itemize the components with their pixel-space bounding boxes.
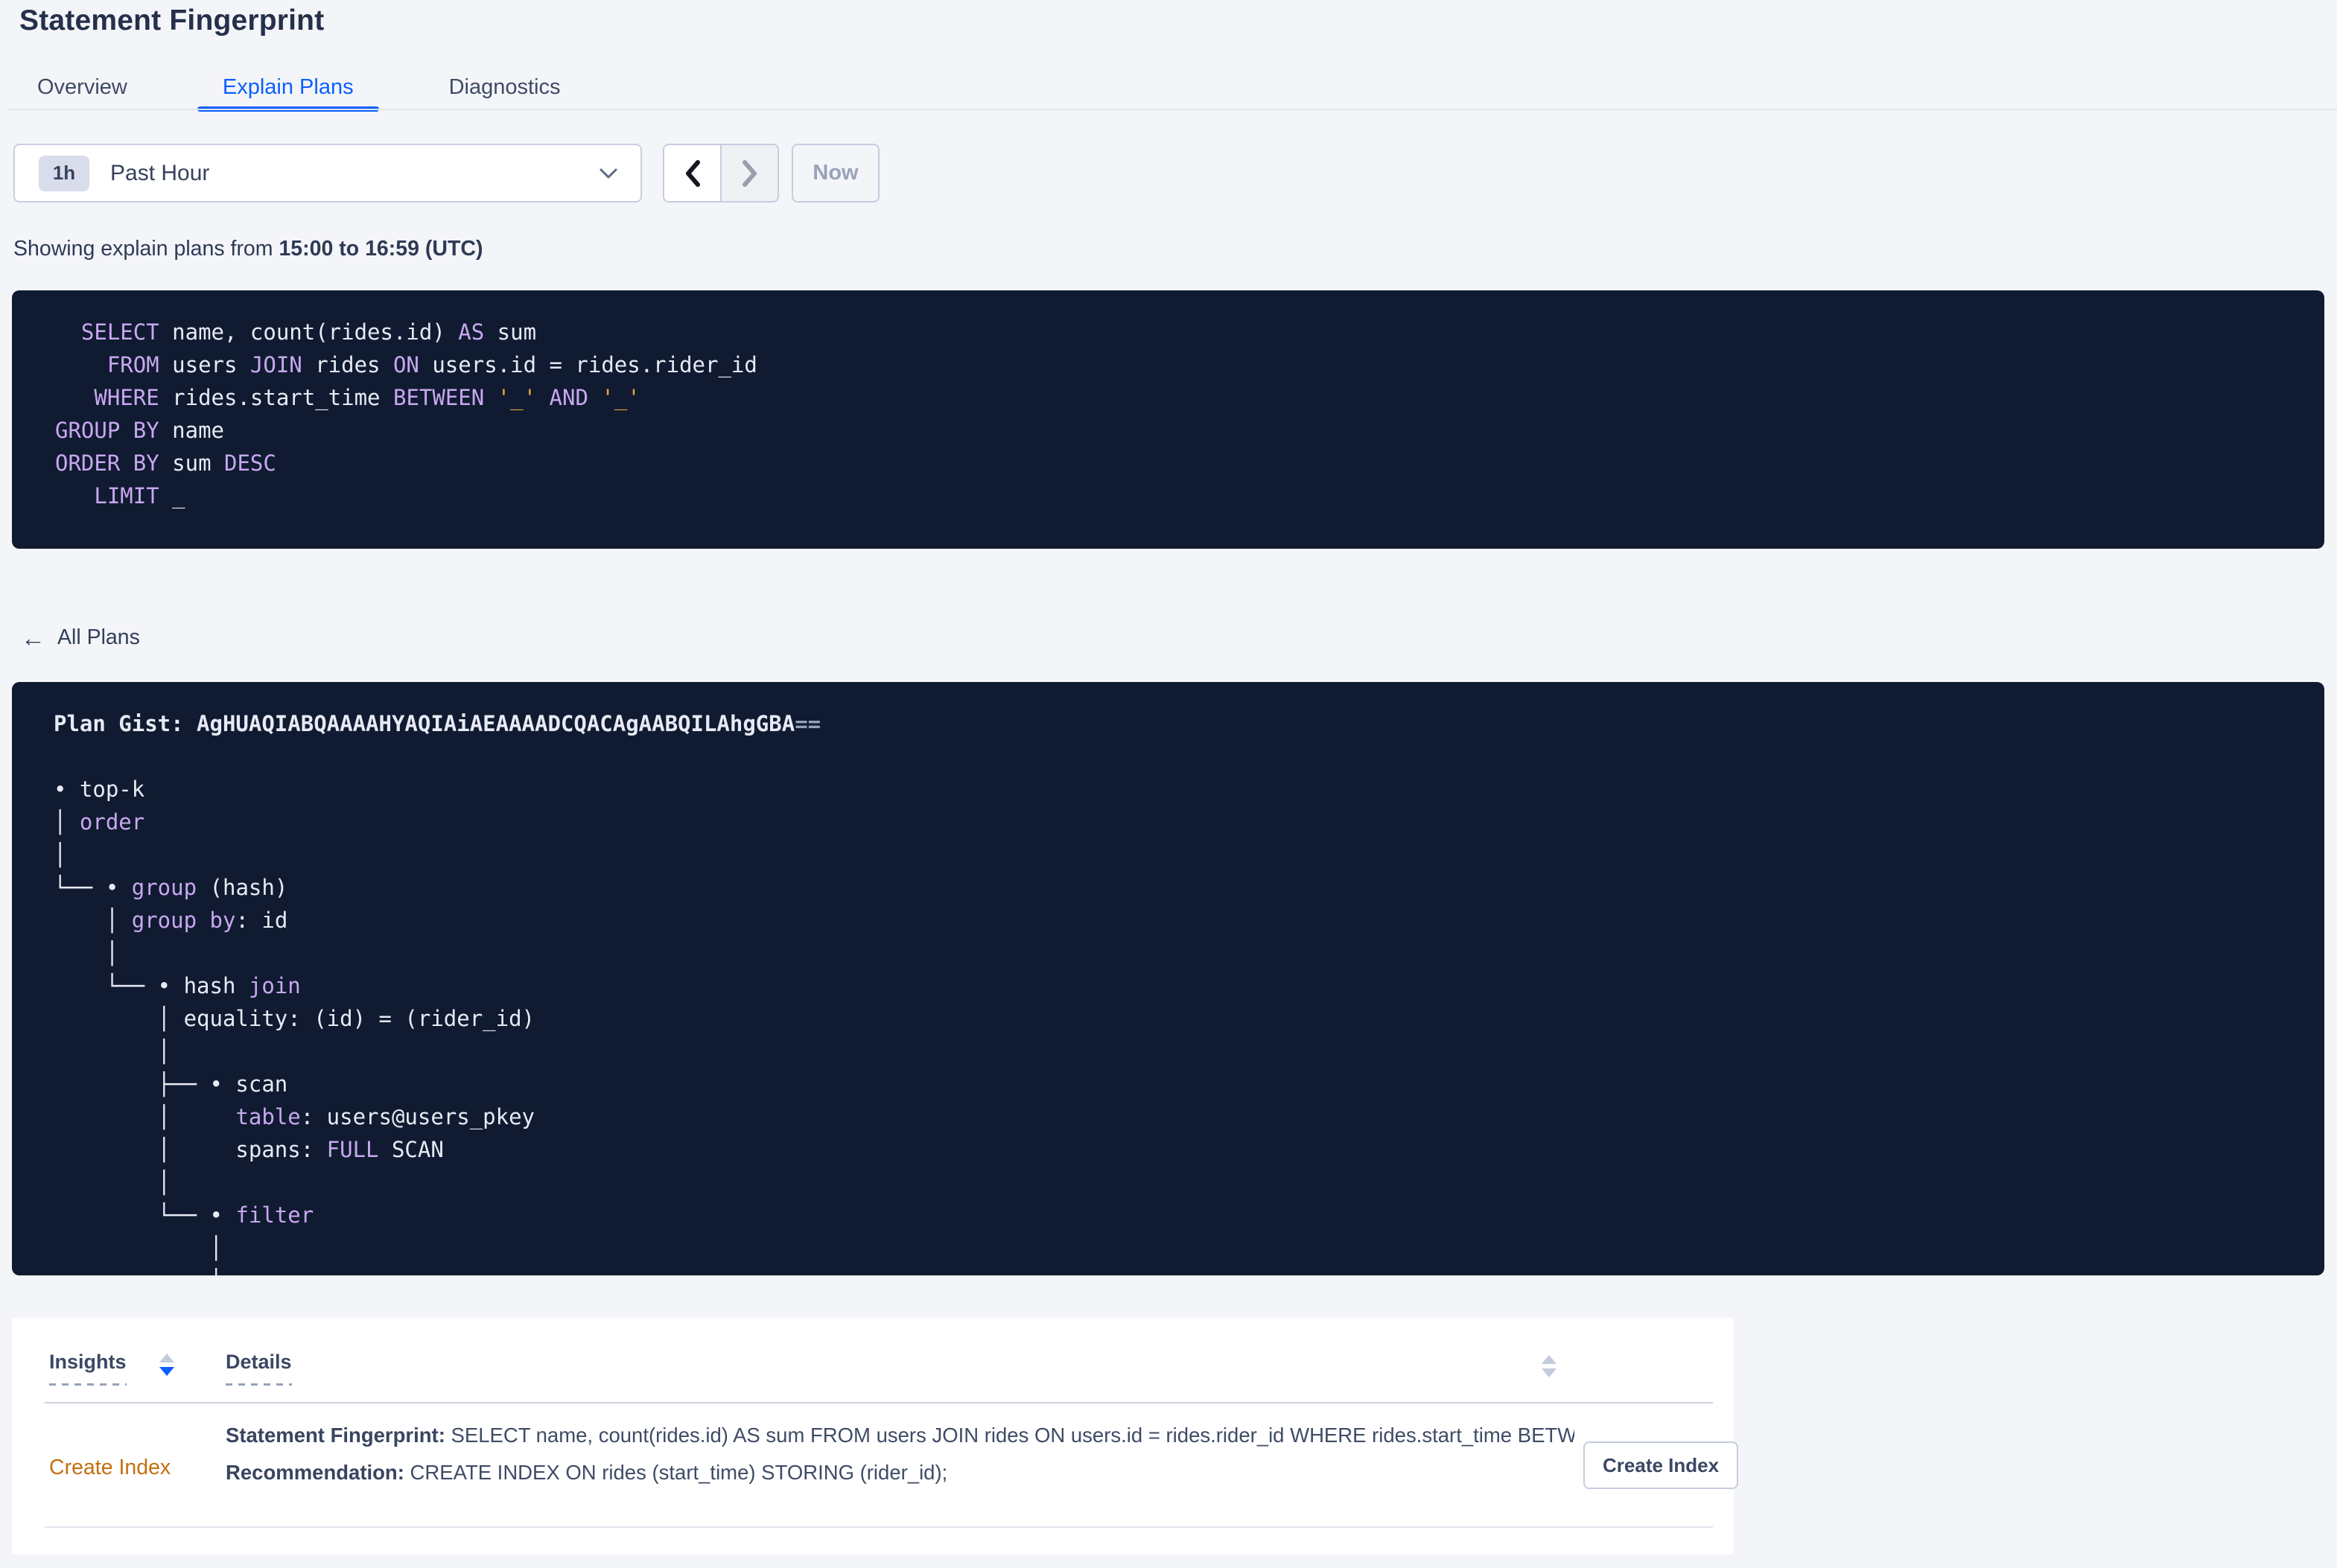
plan-gist-box: Plan Gist: AgHUAQIABQAAAAHYAQIAiAEAAAADC… (12, 682, 2324, 1275)
showing-plans-text: Showing explain plans from 15:00 to 16:5… (13, 237, 483, 261)
page-title: Statement Fingerprint (19, 4, 325, 36)
chevron-left-icon (685, 159, 700, 187)
detail-recommendation-line: Recommendation: CREATE INDEX ON rides (s… (226, 1459, 1574, 1487)
sql-statement-box: SELECT name, count(rides.id) AS sum FROM… (12, 290, 2324, 549)
insight-type-link[interactable]: Create Index (49, 1456, 171, 1480)
sql-statement-code: SELECT name, count(rides.id) AS sum FROM… (55, 319, 757, 509)
details-column-label: Details (226, 1351, 292, 1386)
column-header-insights[interactable]: Insights (49, 1351, 226, 1386)
tab-explain-plans[interactable]: Explain Plans (197, 66, 379, 112)
time-range-label: Past Hour (110, 160, 210, 185)
sort-up-icon (159, 1354, 174, 1363)
table-row: Create Index Statement Fingerprint: SELE… (12, 1402, 1739, 1555)
now-button[interactable]: Now (792, 144, 880, 203)
insights-column-label: Insights (49, 1351, 127, 1386)
tab-overview[interactable]: Overview (37, 66, 127, 109)
tabs-divider (9, 109, 2337, 110)
all-plans-link[interactable]: ← All Plans (21, 625, 140, 650)
sort-down-icon (159, 1367, 174, 1376)
sort-down-icon (1542, 1368, 1557, 1377)
plan-tree-code: Plan Gist: AgHUAQIABQAAAAHYAQIAiAEAAAADC… (54, 711, 821, 1275)
table-header: Insights Details (12, 1318, 1734, 1403)
detail-fingerprint-line: Statement Fingerprint: SELECT name, coun… (226, 1421, 1574, 1450)
create-index-button[interactable]: Create Index (1583, 1441, 1739, 1489)
sort-icons-insights (159, 1354, 174, 1376)
tab-bar: Overview Explain Plans Diagnostics (37, 66, 561, 112)
tab-diagnostics[interactable]: Diagnostics (449, 66, 561, 109)
statement-fingerprint-page: Statement Fingerprint Overview Explain P… (0, 0, 2337, 1568)
prev-time-button[interactable] (664, 145, 720, 201)
details-cell: Statement Fingerprint: SELECT name, coun… (226, 1421, 1574, 1487)
column-header-details[interactable]: Details (226, 1351, 292, 1386)
time-range-dropdown[interactable]: 1h Past Hour (13, 144, 642, 203)
sort-up-icon (1542, 1355, 1557, 1364)
showing-plans-prefix: Showing explain plans from (13, 237, 279, 261)
all-plans-label: All Plans (57, 625, 140, 649)
detail-fingerprint-text: SELECT name, count(rides.id) AS sum FROM… (445, 1424, 1575, 1447)
detail-recommendation-text: CREATE INDEX ON rides (start_time) STORI… (404, 1461, 948, 1484)
next-time-button[interactable] (720, 145, 778, 201)
sort-icons-details[interactable] (1542, 1355, 1557, 1377)
insights-table: Insights Details Create Index Statement … (12, 1318, 1739, 1555)
time-range-badge: 1h (39, 155, 89, 191)
detail-recommendation-label: Recommendation: (226, 1461, 404, 1484)
row-divider (45, 1526, 1713, 1528)
time-nav-buttons (663, 144, 779, 203)
back-arrow-icon: ← (21, 624, 45, 651)
detail-fingerprint-label: Statement Fingerprint: (226, 1424, 445, 1447)
chevron-down-icon (600, 168, 617, 178)
chevron-right-icon (742, 159, 757, 187)
time-range-text: 15:00 to 16:59 (UTC) (279, 237, 483, 261)
